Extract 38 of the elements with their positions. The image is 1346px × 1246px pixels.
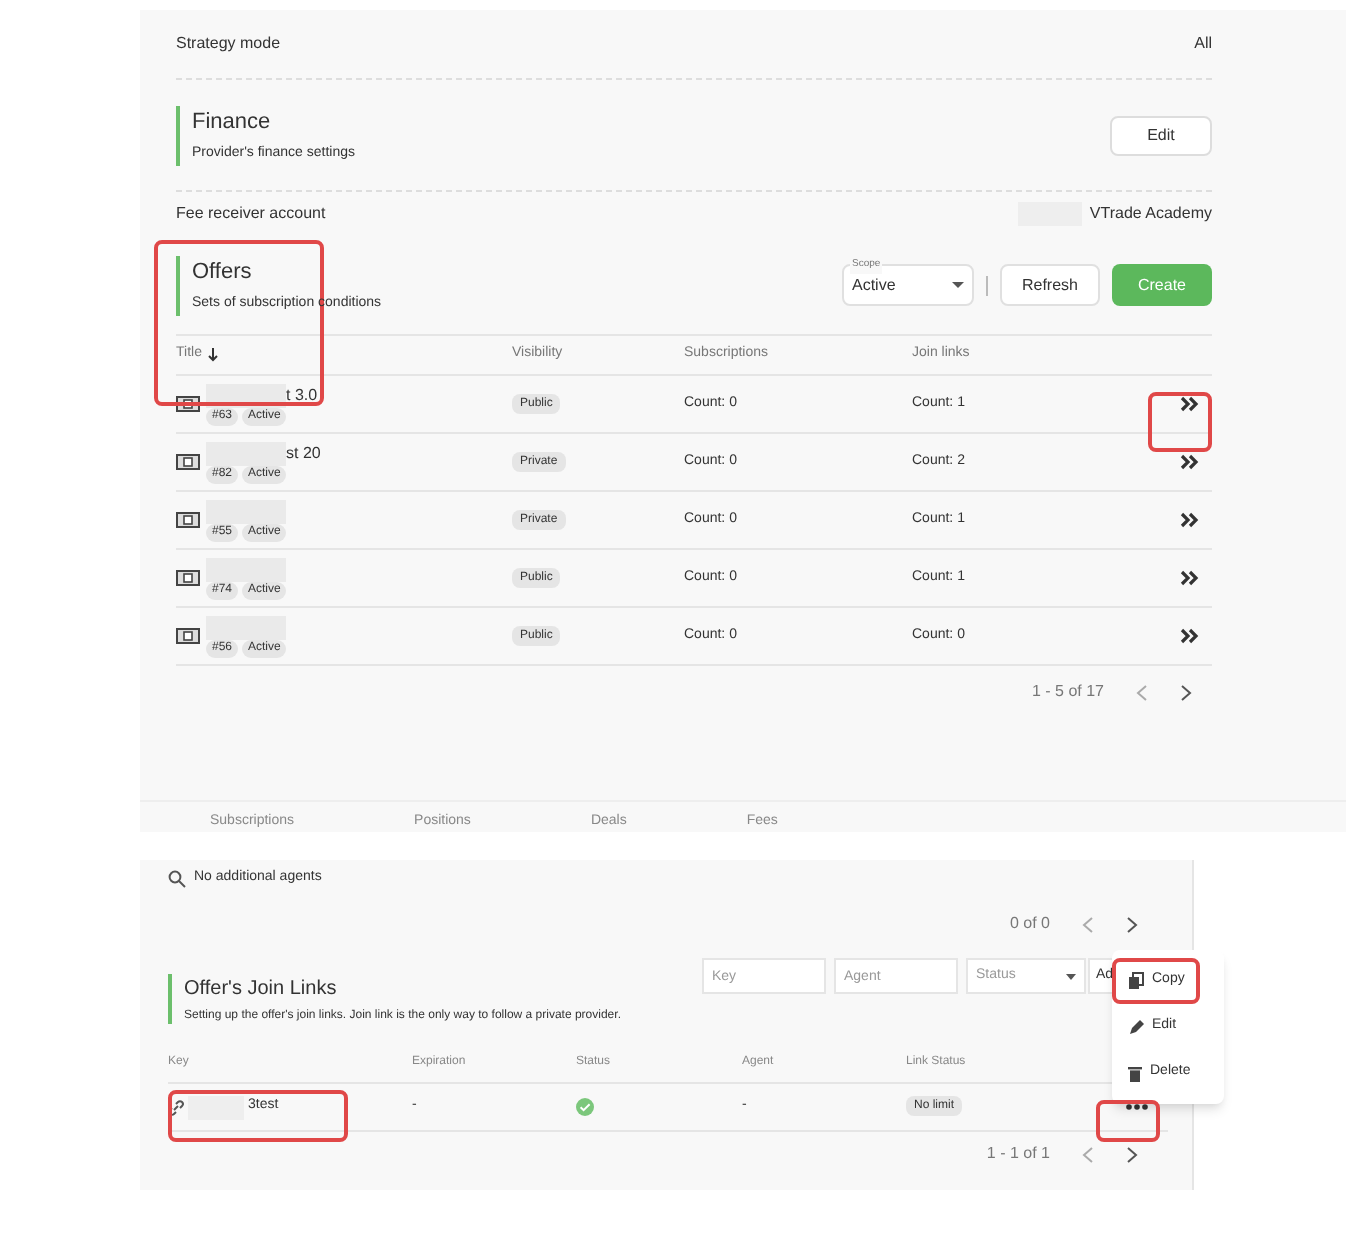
double-chevron-icon[interactable]: [1180, 512, 1200, 528]
pagination-text: 0 of 0: [1009, 912, 1050, 936]
blurred-block: [188, 1095, 244, 1119]
copy-icon: [1128, 972, 1144, 990]
refresh-button[interactable]: Refresh: [1000, 264, 1100, 306]
double-chevron-icon[interactable]: [1180, 628, 1200, 644]
setting-value: VTrade Academy: [1089, 202, 1212, 226]
card-icon: [176, 628, 200, 644]
link-icon: [168, 1099, 184, 1115]
edit-button[interactable]: Edit: [1110, 115, 1212, 155]
card-icon: [176, 454, 200, 470]
setting-label: Strategy mode: [176, 32, 281, 56]
next-icon[interactable]: [1126, 1145, 1138, 1163]
search-icon: [168, 869, 186, 887]
double-chevron-icon[interactable]: [1180, 454, 1200, 470]
pagination-text: 1 - 1 of 1: [986, 1142, 1050, 1166]
next-icon[interactable]: [1126, 915, 1138, 933]
card-icon: [176, 570, 200, 586]
pencil-icon: [1128, 1019, 1144, 1035]
sort-down-icon[interactable]: [207, 348, 218, 362]
offer-title[interactable]: t 3.0: [286, 383, 318, 407]
setting-label: Fee receiver account: [176, 202, 326, 226]
section-title: Offer's Join Links: [184, 975, 339, 1003]
double-chevron-icon[interactable]: [1180, 570, 1200, 586]
pagination-text: 1 - 5 of 17: [1031, 680, 1104, 704]
trash-icon: [1128, 1065, 1142, 1081]
setting-value: All: [1194, 32, 1212, 56]
dropdown-caret-icon: [952, 281, 964, 289]
highlight-frame: [1096, 1100, 1160, 1142]
next-icon[interactable]: [1180, 683, 1192, 701]
double-chevron-icon[interactable]: [1180, 396, 1200, 412]
more-icon[interactable]: [1126, 1104, 1148, 1110]
section-title: Finance: [192, 107, 273, 137]
section-title: Offers: [192, 257, 254, 287]
offer-title[interactable]: st 20: [286, 441, 321, 465]
dropdown-caret-icon: [1066, 973, 1076, 979]
highlight-frame: [1148, 392, 1212, 452]
card-icon: [176, 512, 200, 528]
